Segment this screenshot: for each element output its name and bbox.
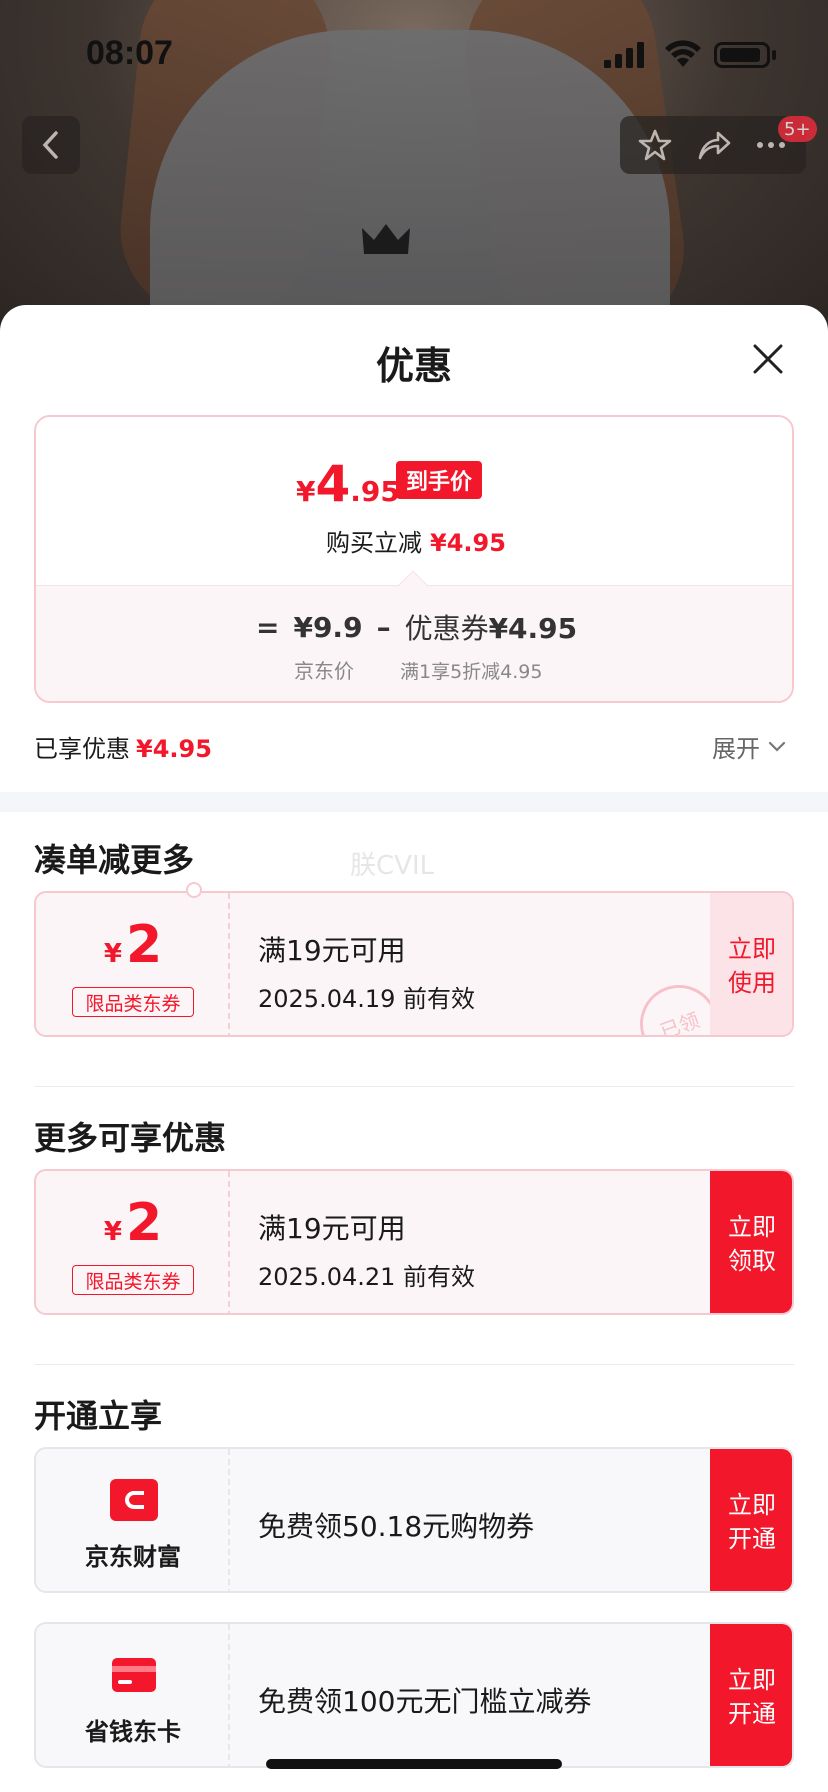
claim-now-button[interactable]: 立即 领取 (710, 1171, 792, 1313)
coupon-amount: ¥2 (103, 915, 163, 975)
service-card-jd-wealth: 京东财富 免费领50.18元购物券 立即 开通 (34, 1447, 794, 1593)
price-breakdown-card: ¥ 4 .95 到手价 购买立减 ¥4.95 = ¥9.9 – 优惠券¥4.95 … (34, 415, 794, 703)
service-left: 京东财富 (36, 1449, 230, 1591)
chevron-left-icon (42, 131, 58, 159)
coupon-left: ¥2 限品类东券 (36, 893, 230, 1035)
coupon-rule: 满1享5折减4.95 (400, 661, 543, 683)
cellular-signal-icon (604, 42, 644, 68)
final-price-tag: 到手价 (396, 461, 483, 499)
section-title-bundle: 凑单减更多 (34, 841, 195, 879)
service-name: 省钱东卡 (85, 1718, 181, 1746)
jd-price-label: 京东价 (294, 659, 354, 683)
chevron-down-icon (768, 741, 786, 752)
divider-line (34, 1364, 794, 1365)
final-price-decimal: .95 (350, 475, 400, 508)
coupon-amount: ¥2 (103, 1193, 163, 1253)
formula-minus: – (376, 610, 391, 644)
final-price: ¥ 4 .95 (296, 455, 400, 513)
expand-toggle[interactable]: 展开 (712, 729, 786, 764)
coupon-card-1: ¥2 限品类东券 满19元可用 2025.04.19 前有效 已领 立即 使用 (34, 891, 794, 1037)
crown-logo-icon (362, 224, 410, 254)
open-now-button[interactable]: 立即 开通 (710, 1624, 792, 1766)
use-now-button[interactable]: 立即 使用 (710, 893, 792, 1035)
wallet-icon (110, 1479, 158, 1521)
coupon-condition: 满19元可用 (258, 934, 406, 967)
service-left: 省钱东卡 (36, 1624, 230, 1766)
coupon-card-2: ¥2 限品类东券 满19元可用 2025.04.21 前有效 立即 领取 (34, 1169, 794, 1315)
sheet-title: 优惠 (375, 344, 452, 388)
favorite-star-icon[interactable] (638, 128, 672, 162)
message-count-badge: 5+ (778, 116, 817, 142)
close-icon[interactable] (750, 341, 786, 377)
coupon-label: 优惠券¥4.95 (404, 612, 578, 645)
service-offer-text: 免费领100元无门槛立减券 (258, 1685, 592, 1718)
final-price-currency: ¥ (296, 475, 316, 508)
battery-tip (772, 50, 776, 60)
section-title-more-offers: 更多可享优惠 (34, 1119, 227, 1157)
back-button[interactable] (22, 116, 80, 174)
formula-equals: = (256, 610, 280, 644)
enjoyed-label: 已享优惠 (34, 735, 130, 763)
coupon-left: ¥2 限品类东券 (36, 1171, 230, 1313)
enjoyed-value: ¥4.95 (136, 735, 212, 763)
section-title-open-enjoy: 开通立享 (34, 1397, 163, 1435)
battery-icon (714, 42, 770, 68)
status-bar: 08:07 (0, 0, 828, 100)
coupon-condition: 满19元可用 (258, 1212, 406, 1245)
expand-label: 展开 (712, 735, 760, 763)
coupon-expiry: 2025.04.21 前有效 (258, 1263, 476, 1291)
final-price-int: 4 (315, 455, 351, 513)
instant-reduce-line: 购买立减 ¥4.95 (36, 523, 792, 558)
price-formula: = ¥9.9 – 优惠券¥4.95 (256, 607, 577, 647)
coupon-notch-top (186, 882, 202, 898)
open-now-button[interactable]: 立即 开通 (710, 1449, 792, 1591)
home-indicator[interactable] (266, 1759, 562, 1769)
status-time: 08:07 (86, 34, 173, 72)
coupon-type-tag: 限品类东券 (72, 987, 194, 1017)
service-name: 京东财富 (85, 1543, 181, 1571)
coupon-type-tag: 限品类东券 (72, 1265, 194, 1295)
jd-price: ¥9.9 (293, 610, 363, 644)
price-top: ¥ 4 .95 到手价 购买立减 ¥4.95 (36, 417, 792, 585)
instant-reduce-label: 购买立减 (326, 529, 423, 557)
enjoyed-discount: 已享优惠 ¥4.95 (34, 729, 212, 764)
service-offer-text: 免费领50.18元购物券 (258, 1510, 535, 1543)
service-card-saving-card: 省钱东卡 免费领100元无门槛立减券 立即 开通 (34, 1622, 794, 1768)
section-divider (0, 792, 828, 812)
card-icon (112, 1658, 156, 1692)
instant-reduce-value: ¥4.95 (430, 529, 506, 557)
share-icon[interactable] (696, 128, 732, 162)
discount-sheet: 优惠 ¥ 4 .95 到手价 购买立减 ¥4.95 = ¥9.9 – 优惠券¥4.… (0, 305, 828, 1792)
coupon-expiry: 2025.04.19 前有效 (258, 985, 476, 1013)
watermark-text: 朕CVIL (350, 851, 435, 881)
divider-line (34, 1086, 794, 1087)
wifi-icon (665, 40, 701, 67)
